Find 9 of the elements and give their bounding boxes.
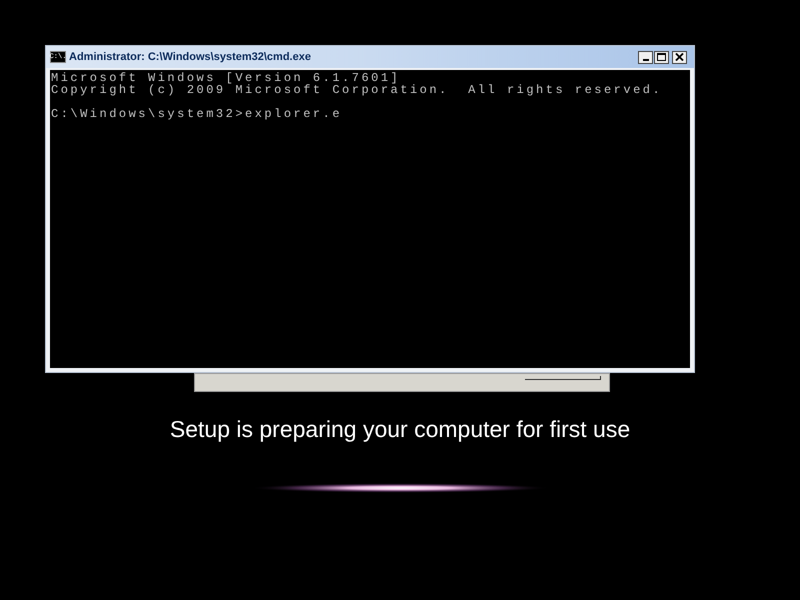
console-line: Copyright (c) 2009 Microsoft Corporation. All rights reserved. — [51, 84, 662, 96]
console-line: Microsoft Windows [Version 6.1.7601] — [51, 72, 400, 84]
setup-message: Setup is preparing your computer for first use — [170, 415, 630, 444]
window-title: Administrator: C:\Windows\system32\cmd.exe — [69, 50, 311, 65]
console-line: C:\Windows\system32>explorer.e — [51, 108, 342, 120]
close-icon — [675, 53, 684, 61]
close-button[interactable] — [672, 50, 687, 64]
maximize-button[interactable] — [654, 50, 669, 64]
minimize-button[interactable] — [638, 50, 653, 64]
